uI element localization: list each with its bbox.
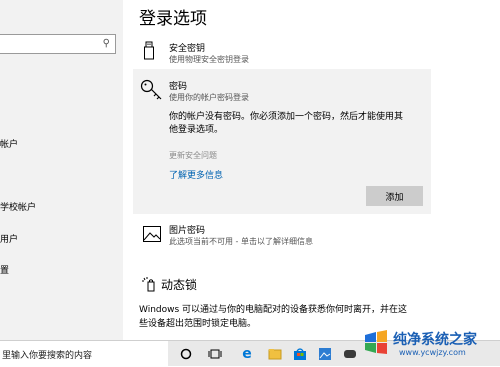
taskbar-search-box[interactable]: 里输入你要搜索的内容 [0,341,168,367]
key-icon [140,79,164,101]
watermark-logo-icon [365,330,387,354]
dynamic-lock-icon [141,276,157,292]
update-security-questions-link[interactable]: 更新安全问题 [169,150,217,161]
add-password-button[interactable]: 添加 [366,186,423,206]
task-view-icon[interactable] [208,347,222,361]
explorer-icon[interactable] [268,347,282,361]
password-description: 你的帐户没有密码。你必须添加一个密码，然后才能使用其 他登录选项。 [169,112,404,135]
main-content: 登录选项 安全密钥 使用物理安全密钥登录 密码 使用你的帐户密码登录 你的帐户没… [123,0,500,340]
picture-password-subtitle: 此选项当前不可用 - 单击以了解详细信息 [169,237,313,246]
page-title: 登录选项 [139,9,207,29]
edge-icon[interactable]: e [240,346,254,362]
sidebar-item-school-account[interactable]: 学校帐户 [0,200,36,213]
learn-more-link[interactable]: 了解更多信息 [169,168,223,181]
cortana-icon[interactable] [179,347,193,361]
photos-icon[interactable] [318,347,332,361]
picture-icon [143,226,161,242]
watermark-url: www.ycwjzy.com [399,348,466,357]
password-title: 密码 [169,82,188,92]
security-key-title: 安全密钥 [169,44,206,54]
settings-search-box[interactable]: ⚲ [0,34,116,54]
watermark-brand: 纯净系统之家 [393,332,477,348]
search-icon[interactable]: ⚲ [103,38,110,49]
password-subtitle: 使用你的帐户密码登录 [169,93,249,102]
settings-sidebar: ⚲ 帐户 学校帐户 用户 置 [0,0,123,340]
password-option[interactable]: 密码 使用你的帐户密码登录 [169,79,249,103]
dynamic-lock-title: 动态锁 [161,278,198,292]
site-watermark: 纯净系统之家 www.ycwjzy.com [355,322,495,362]
picture-password-option[interactable]: 图片密码 此选项当前不可用 - 单击以了解详细信息 [169,223,313,247]
security-key-option[interactable]: 安全密钥 使用物理安全密钥登录 [169,41,249,65]
store-icon[interactable] [293,347,307,361]
sidebar-item-accounts[interactable]: 帐户 [0,137,18,150]
password-panel: 密码 使用你的帐户密码登录 你的帐户没有密码。你必须添加一个密码，然后才能使用其… [133,69,431,214]
sidebar-item-settings[interactable]: 置 [0,263,9,276]
sidebar-item-users[interactable]: 用户 [0,232,18,245]
usb-key-icon [143,41,155,61]
security-key-subtitle: 使用物理安全密钥登录 [169,55,249,64]
picture-password-title: 图片密码 [169,226,206,236]
